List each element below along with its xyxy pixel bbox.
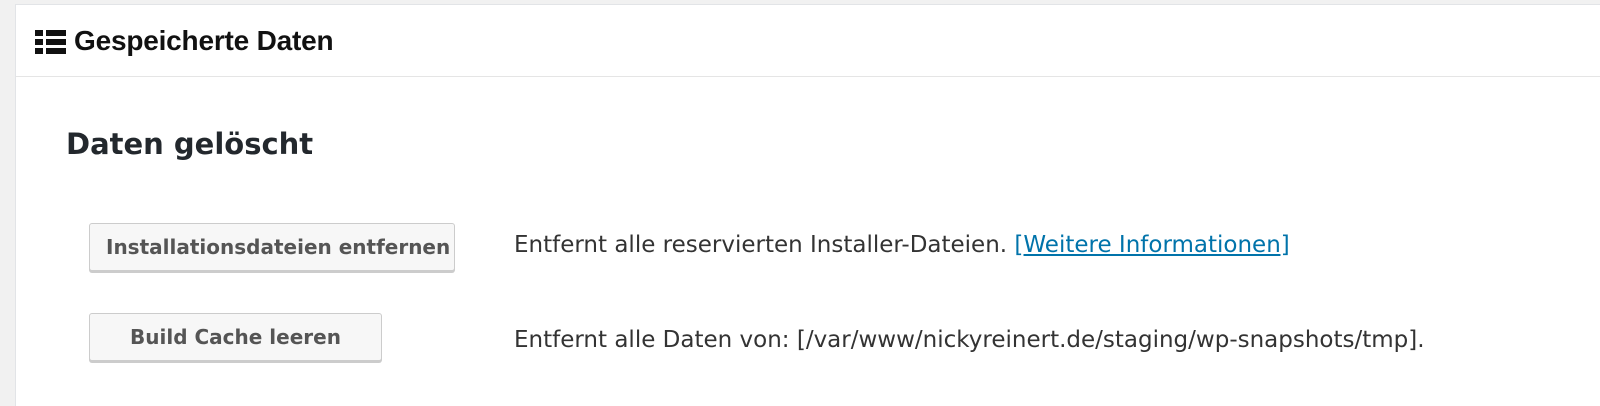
remove-installation-files-button[interactable]: Installationsdateien entfernen bbox=[89, 223, 455, 271]
action-row-install-files: Installationsdateien entfernen bbox=[89, 223, 455, 271]
section-title: Daten gelöscht bbox=[66, 127, 314, 161]
panel-header: Gespeicherte Daten bbox=[16, 5, 1600, 77]
build-cache-description-text: Entfernt alle Daten von: [/var/www/nicky… bbox=[514, 327, 1425, 353]
build-cache-description: Entfernt alle Daten von: [/var/www/nicky… bbox=[514, 327, 1425, 353]
clear-build-cache-button[interactable]: Build Cache leeren bbox=[89, 313, 382, 361]
stored-data-panel: Gespeicherte Daten Daten gelöscht Instal… bbox=[15, 4, 1600, 406]
install-files-description-text: Entfernt alle reservierten Installer-Dat… bbox=[514, 232, 1008, 258]
action-row-build-cache: Build Cache leeren bbox=[89, 313, 382, 361]
panel-title: Gespeicherte Daten bbox=[74, 24, 334, 56]
list-icon bbox=[35, 29, 66, 54]
install-files-description: Entfernt alle reservierten Installer-Dat… bbox=[514, 232, 1290, 258]
more-information-link[interactable]: [Weitere Informationen] bbox=[1014, 232, 1289, 258]
